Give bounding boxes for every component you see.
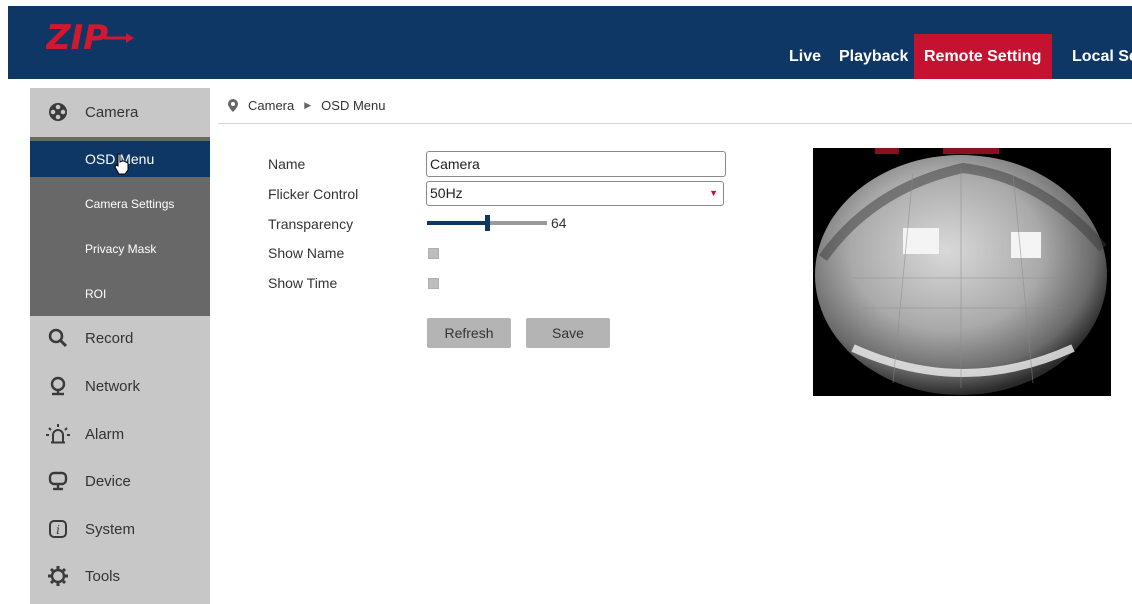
breadcrumb-arrow-icon: ▶ <box>304 100 312 110</box>
name-input[interactable] <box>426 151 726 177</box>
sidebar-item-label: Alarm <box>85 425 125 443</box>
chevron-down-icon: ▼ <box>709 188 718 198</box>
transparency-label: Transparency <box>268 216 354 232</box>
flicker-control-select[interactable]: 50Hz ▼ <box>426 181 724 206</box>
svg-text:i: i <box>56 523 60 537</box>
submenu-roi[interactable]: ROI <box>30 276 210 312</box>
flicker-control-label: Flicker Control <box>268 186 359 202</box>
nav-remote-setting[interactable]: Remote Setting <box>914 34 1052 79</box>
sidebar-item-tools[interactable]: Tools <box>30 552 210 600</box>
sidebar-item-system[interactable]: i System <box>30 505 210 553</box>
sidebar-item-camera[interactable]: Camera <box>30 88 210 136</box>
device-icon <box>30 471 85 491</box>
refresh-button[interactable]: Refresh <box>427 318 511 348</box>
submenu-camera-settings[interactable]: Camera Settings <box>30 186 210 222</box>
camera-preview <box>813 148 1111 396</box>
location-pin-icon <box>228 99 238 112</box>
show-name-label: Show Name <box>268 245 345 261</box>
nav-live[interactable]: Live <box>779 34 829 79</box>
sidebar-item-label: System <box>85 520 136 538</box>
nav-local-setting[interactable]: Local Sett <box>1052 34 1132 79</box>
breadcrumb-root[interactable]: Camera <box>248 98 294 113</box>
breadcrumb-current: OSD Menu <box>321 98 386 113</box>
camera-icon <box>30 102 85 122</box>
flicker-control-value: 50Hz <box>430 185 463 201</box>
show-time-checkbox[interactable] <box>428 278 439 289</box>
transparency-slider[interactable] <box>427 215 547 231</box>
main-nav: Live Playback Remote Setting Local Sett <box>779 34 1132 79</box>
system-icon: i <box>30 519 85 539</box>
sidebar-item-alarm[interactable]: Alarm <box>30 410 210 458</box>
transparency-value: 64 <box>551 215 567 231</box>
slider-fill <box>427 221 487 225</box>
breadcrumb: Camera ▶ OSD Menu <box>218 88 1132 124</box>
search-icon <box>30 328 85 348</box>
show-name-checkbox[interactable] <box>428 248 439 259</box>
name-label: Name <box>268 156 306 172</box>
submenu-privacy-mask[interactable]: Privacy Mask <box>30 231 210 267</box>
hand-cursor-icon <box>113 153 131 175</box>
sidebar-item-device[interactable]: Device <box>30 457 210 505</box>
show-time-label: Show Time <box>268 275 338 291</box>
sidebar-item-label: Device <box>85 472 131 490</box>
sidebar-item-label: Record <box>85 329 134 347</box>
network-icon <box>30 376 85 396</box>
svg-text:ZIP: ZIP <box>46 18 108 56</box>
sidebar-item-label: Network <box>85 377 141 395</box>
nav-playback[interactable]: Playback <box>829 34 914 79</box>
save-button[interactable]: Save <box>526 318 610 348</box>
zip-logo: ZIP <box>45 16 136 58</box>
sidebar-item-label: Camera <box>85 103 139 121</box>
top-header: ZIP Live Playback Remote Setting Local S… <box>8 6 1132 79</box>
alarm-icon <box>30 423 85 445</box>
tools-icon <box>30 565 85 587</box>
sidebar-item-record[interactable]: Record <box>30 314 210 362</box>
sidebar-item-label: Tools <box>85 567 121 585</box>
slider-thumb[interactable] <box>485 215 490 231</box>
sidebar-item-network[interactable]: Network <box>30 362 210 410</box>
